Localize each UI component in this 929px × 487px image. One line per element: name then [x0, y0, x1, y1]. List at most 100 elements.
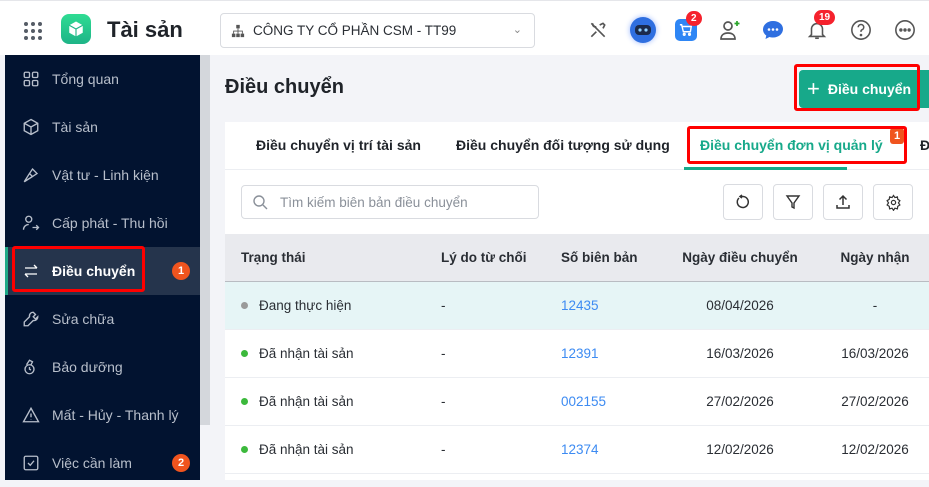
bell-icon[interactable]: 19 [804, 10, 836, 43]
filter-icon [785, 195, 801, 210]
company-selector[interactable]: CÔNG TY CỔ PHẦN CSM - TT99 ⌄ [220, 13, 535, 48]
status-text: Đã nhận tài sản [259, 394, 354, 409]
sidebar-item-label: Điều chuyển [52, 263, 136, 279]
transfer-date-cell: 16/03/2026 [706, 346, 774, 361]
reason-cell: - [441, 394, 446, 409]
record-number-link[interactable]: 12435 [561, 298, 599, 313]
tab-location-transfer[interactable]: Điều chuyển vị trí tài sản [256, 137, 421, 153]
plus-icon: + [807, 76, 820, 101]
status-dot [241, 349, 248, 357]
sidebar-item-vat-tu-linh-kien[interactable]: Vật tư - Linh kiện [5, 151, 200, 199]
notification-badge: 19 [814, 10, 836, 25]
tab-user-transfer[interactable]: Điều chuyển đối tượng sử dụng [456, 137, 670, 153]
record-number-link[interactable]: 12374 [561, 442, 599, 457]
search-icon [253, 195, 268, 210]
column-header[interactable]: Ngày điều chuyển [665, 250, 815, 265]
transfer-date-cell: 08/04/2026 [706, 298, 774, 313]
sidebar-item-cap-phat-thu-hoi[interactable]: Cấp phát - Thu hồi [5, 199, 200, 247]
column-header[interactable]: Số biên bản [561, 250, 638, 265]
sidebar-item-label: Bảo dưỡng [52, 359, 123, 375]
active-tab-indicator [684, 167, 847, 170]
search-input[interactable]: Tìm kiếm biên bản điều chuyển [241, 185, 539, 219]
app-title: Tài sản [107, 17, 183, 42]
sidebar-badge: 2 [172, 454, 190, 472]
status-text: Đã nhận tài sản [259, 442, 354, 457]
status-cell: Đã nhận tài sản [241, 394, 354, 409]
tab-more[interactable]: Đ [920, 137, 929, 153]
status-text: Đang thực hiện [259, 298, 352, 313]
content-card: Điều chuyển vị trí tài sản Điều chuyển đ… [225, 122, 929, 480]
table-row[interactable]: Đã nhận tài sản - 12374 12/02/2026 12/02… [225, 426, 929, 474]
status-dot [241, 445, 248, 453]
sidebar-item-bao-duong[interactable]: Bảo dưỡng [5, 343, 200, 391]
checkbox-icon [23, 455, 39, 471]
sidebar-item-tai-san[interactable]: Tài sản [5, 103, 200, 151]
sidebar-item-label: Tài sản [52, 119, 98, 135]
tab-unit-transfer[interactable]: Điều chuyển đơn vị quản lý [700, 137, 883, 153]
sidebar-item-label: Cấp phát - Thu hồi [52, 215, 168, 231]
more-icon[interactable] [892, 17, 918, 43]
sidebar-item-label: Mất - Hủy - Thanh lý [52, 407, 179, 423]
export-button[interactable] [823, 184, 863, 220]
chat-icon[interactable] [760, 17, 786, 43]
app-grid-icon[interactable] [24, 22, 42, 40]
table-row[interactable]: Đang thực hiện - 12435 08/04/2026 - [225, 282, 929, 330]
filter-button[interactable] [773, 184, 813, 220]
add-button-label: Điều chuyển [827, 81, 912, 97]
sidebar-item-label: Sửa chữa [52, 311, 115, 327]
tools-icon[interactable] [585, 17, 611, 43]
status-cell: Đã nhận tài sản [241, 442, 354, 457]
wrench-icon [23, 311, 39, 327]
transfer-date-cell: 12/02/2026 [706, 442, 774, 457]
refresh-button[interactable] [723, 184, 763, 220]
table-row[interactable]: Đã nhận tài sản - 002155 27/02/2026 27/0… [225, 378, 929, 426]
status-text: Đã nhận tài sản [259, 346, 354, 361]
sidebar-item-mat-huy-thanh-ly[interactable]: Mất - Hủy - Thanh lý [5, 391, 200, 439]
sidebar-item-sua-chua[interactable]: Sửa chữa [5, 295, 200, 343]
sidebar: Tổng quan Tài sản Vật tư - Linh kiện Cấp… [5, 55, 200, 480]
add-user-icon[interactable] [717, 17, 743, 43]
tab-bar: Điều chuyển vị trí tài sản Điều chuyển đ… [225, 122, 929, 170]
status-dot [241, 301, 248, 309]
screwdriver-icon [23, 167, 39, 183]
sidebar-item-tong-quan[interactable]: Tổng quan [5, 55, 200, 103]
cart-badge: 2 [686, 11, 702, 26]
received-date-cell: 16/03/2026 [841, 346, 909, 361]
reason-cell: - [441, 346, 446, 361]
user-transfer-icon [22, 215, 40, 231]
help-icon[interactable] [848, 17, 874, 43]
box-icon [23, 118, 39, 136]
org-tree-icon [231, 24, 245, 37]
page-title: Điều chuyển [225, 76, 344, 98]
tab-badge: 1 [890, 128, 904, 144]
status-dot [241, 397, 248, 405]
sidebar-item-label: Việc cần làm [52, 455, 132, 471]
column-header[interactable]: Lý do từ chối [441, 250, 527, 265]
status-cell: Đang thực hiện [241, 298, 351, 313]
record-number-link[interactable]: 002155 [561, 394, 606, 409]
sidebar-item-dieu-chuyen[interactable]: Điều chuyển 1 [5, 247, 200, 295]
sidebar-badge: 1 [172, 262, 190, 280]
maintenance-icon [24, 359, 35, 375]
chevron-down-icon: ⌄ [512, 24, 522, 36]
ai-assistant-icon[interactable] [630, 17, 656, 43]
swap-icon [24, 264, 38, 278]
received-date-cell: - [872, 298, 878, 313]
sidebar-item-label: Vật tư - Linh kiện [52, 167, 159, 183]
settings-button[interactable] [873, 184, 913, 220]
top-bar: Tài sản CÔNG TY CỔ PHẦN CSM - TT99 ⌄ 2 1… [0, 0, 929, 55]
company-name: CÔNG TY CỔ PHẦN CSM - TT99 [253, 23, 457, 38]
sidebar-item-label: Tổng quan [52, 71, 119, 87]
record-number-link[interactable]: 12391 [561, 346, 599, 361]
dashboard-icon [23, 71, 39, 87]
reason-cell: - [441, 442, 446, 457]
sidebar-scrollbar[interactable] [200, 55, 210, 425]
gear-icon [885, 193, 901, 211]
column-header[interactable]: Trạng thái [241, 250, 306, 265]
cart-icon[interactable]: 2 [673, 11, 702, 43]
add-transfer-button[interactable]: + Điều chuyển [799, 70, 929, 108]
received-date-cell: 27/02/2026 [841, 394, 909, 409]
app-logo [61, 14, 91, 44]
column-header[interactable]: Ngày nhận [815, 250, 929, 265]
table-row[interactable]: Đã nhận tài sản - 12391 16/03/2026 16/03… [225, 330, 929, 378]
